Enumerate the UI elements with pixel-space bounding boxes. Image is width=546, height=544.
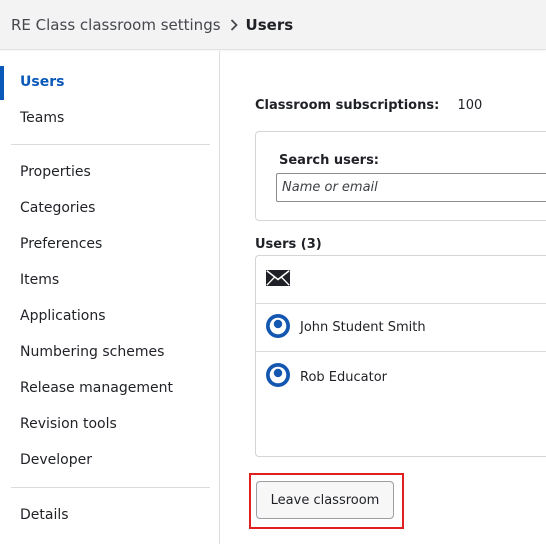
subscriptions-row: Classroom subscriptions: 100 <box>255 98 482 113</box>
subscriptions-label: Classroom subscriptions: <box>255 98 440 113</box>
sidebar-divider <box>11 144 210 145</box>
sidebar-item-release-management[interactable]: Release management <box>0 370 219 406</box>
sidebar-item-items[interactable]: Items <box>0 262 219 298</box>
user-row[interactable]: John Student Smith <box>256 304 546 352</box>
user-name: John Student Smith <box>300 320 426 335</box>
subscriptions-value: 100 <box>457 98 483 113</box>
chevron-right-icon <box>230 18 238 31</box>
search-users-label: Search users: <box>279 153 380 168</box>
sidebar-item-users[interactable]: Users <box>0 64 219 100</box>
user-avatar-icon <box>266 363 290 391</box>
sidebar-divider <box>11 487 210 488</box>
breadcrumb-current: Users <box>245 15 294 34</box>
settings-sidebar: Users Teams Properties Categories Prefer… <box>0 51 220 544</box>
breadcrumb-root[interactable]: RE Class classroom settings <box>11 16 221 34</box>
sidebar-item-details[interactable]: Details <box>0 497 219 533</box>
user-row[interactable]: Rob Educator <box>256 353 546 401</box>
sidebar-item-developer[interactable]: Developer <box>0 442 219 478</box>
sidebar-item-properties[interactable]: Properties <box>0 154 219 190</box>
envelope-icon[interactable] <box>266 269 290 290</box>
top-header: RE Class classroom settings Users <box>0 0 546 50</box>
invite-row[interactable] <box>256 256 546 304</box>
search-users-box: Search users: <box>255 131 546 221</box>
sidebar-item-teams[interactable]: Teams <box>0 100 219 136</box>
users-panel: Classroom subscriptions: 100 Search user… <box>221 51 546 544</box>
sidebar-item-preferences[interactable]: Preferences <box>0 226 219 262</box>
sidebar-item-applications[interactable]: Applications <box>0 298 219 334</box>
leave-classroom-button[interactable]: Leave classroom <box>256 481 394 519</box>
users-count-heading: Users (3) <box>255 237 322 252</box>
user-name: Rob Educator <box>300 369 388 385</box>
users-list: John Student Smith Rob Educator <box>255 255 546 457</box>
sidebar-item-categories[interactable]: Categories <box>0 190 219 226</box>
user-avatar-icon <box>266 313 290 342</box>
search-users-input[interactable] <box>276 173 546 202</box>
sidebar-item-revision-tools[interactable]: Revision tools <box>0 406 219 442</box>
sidebar-item-numbering-schemes[interactable]: Numbering schemes <box>0 334 219 370</box>
